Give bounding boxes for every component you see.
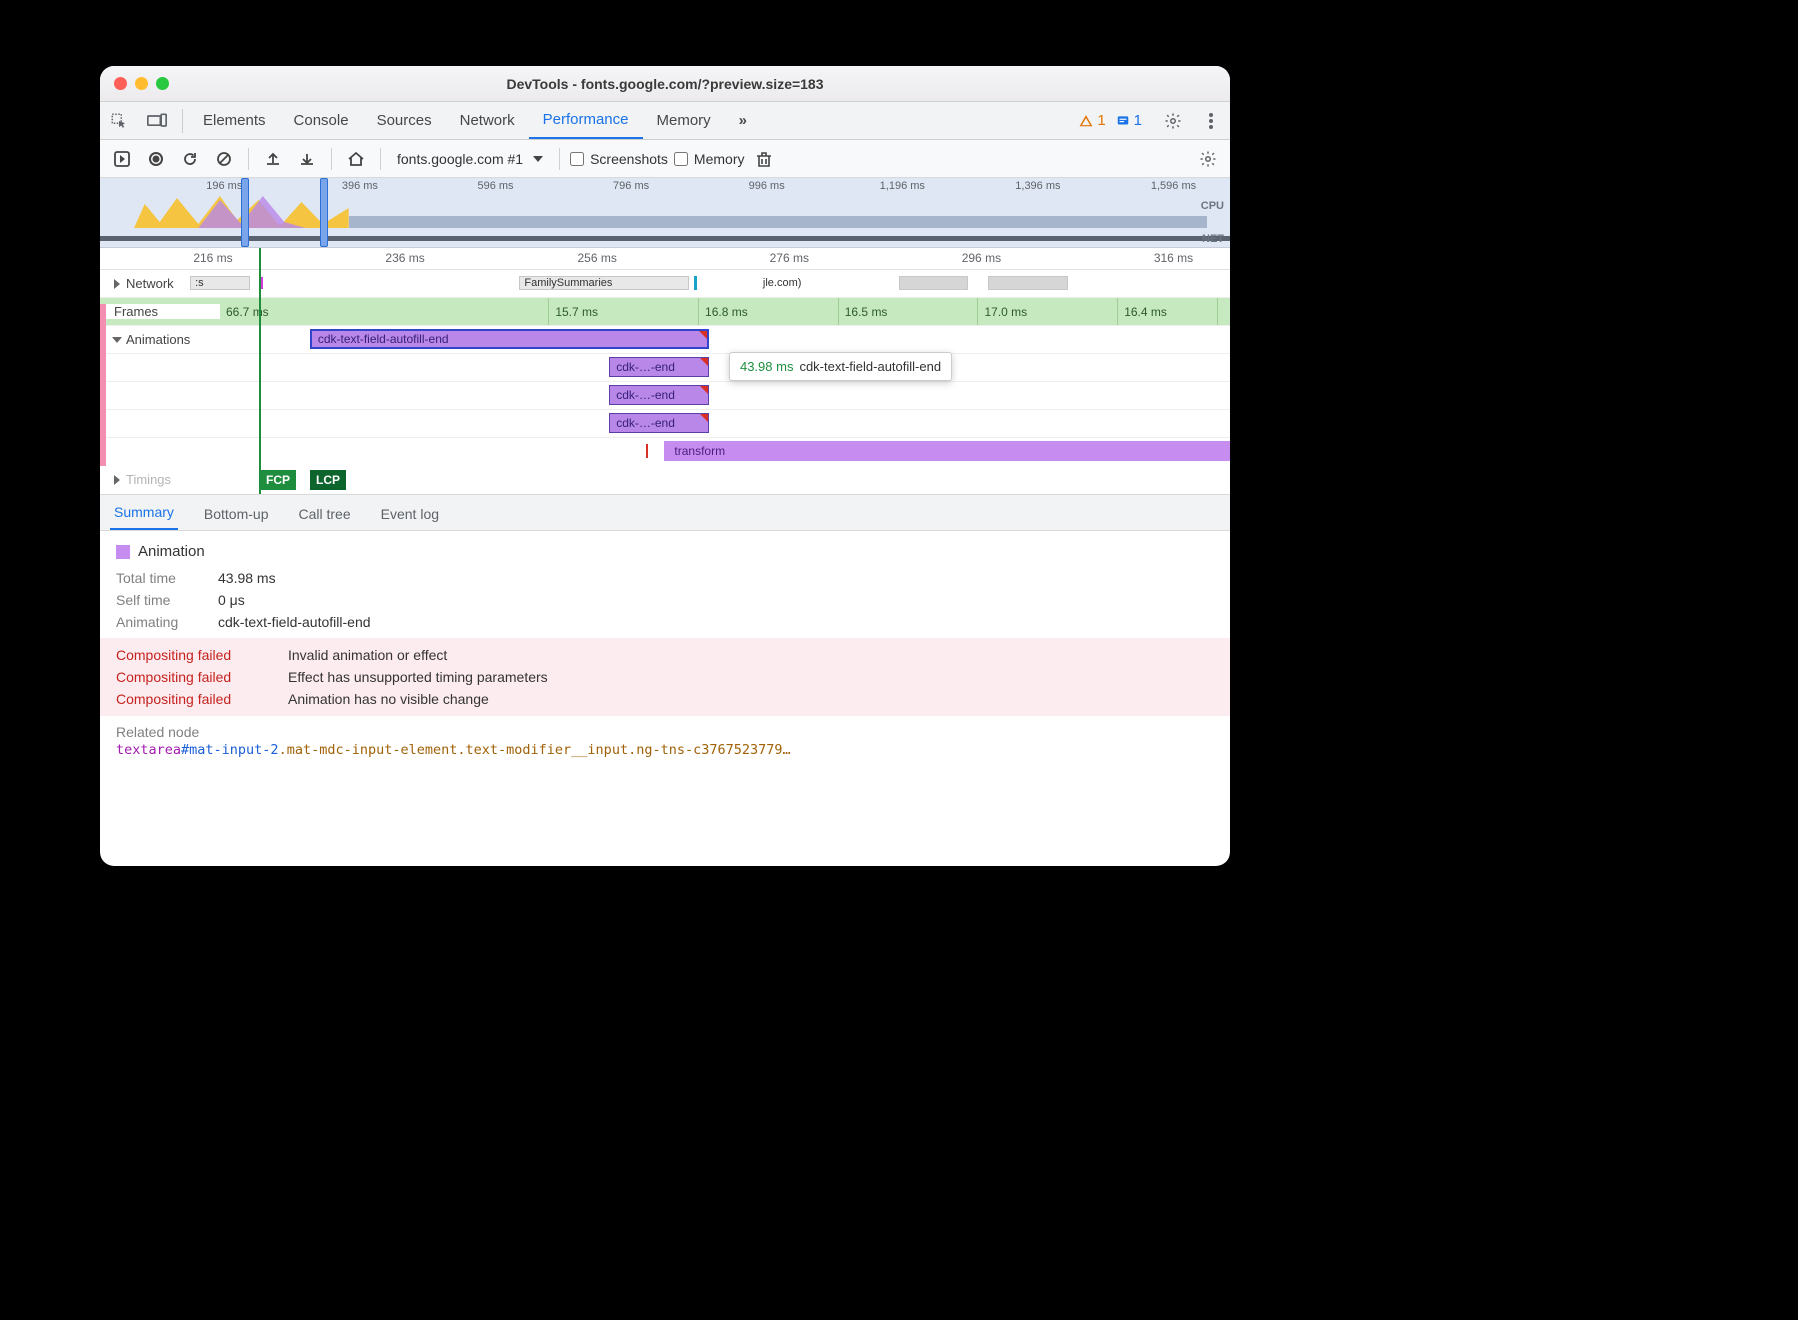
save-profile-icon[interactable] (293, 145, 321, 173)
detail-tab-calltree[interactable]: Call tree (295, 498, 355, 530)
self-time-value: 0 μs (218, 592, 245, 608)
screenshots-checkbox[interactable]: Screenshots (570, 151, 668, 167)
detail-tab-eventlog[interactable]: Event log (377, 498, 443, 530)
current-time-marker (259, 248, 261, 494)
tab-memory[interactable]: Memory (643, 102, 725, 139)
settings-icon[interactable] (1154, 112, 1192, 130)
record-icon[interactable] (142, 145, 170, 173)
performance-toolbar: fonts.google.com #1 Screenshots Memory (100, 140, 1230, 178)
issues-count: 1 (1134, 112, 1142, 129)
recording-name: fonts.google.com #1 (397, 151, 523, 167)
detail-tabs: Summary Bottom-up Call tree Event log (100, 495, 1230, 531)
reload-record-icon[interactable] (176, 145, 204, 173)
failure-reason: Invalid animation or effect (288, 647, 447, 663)
memory-checkbox[interactable]: Memory (674, 151, 745, 167)
tabs-overflow[interactable]: » (725, 102, 761, 139)
related-node-link[interactable]: textarea#mat-input-2.mat-mdc-input-eleme… (116, 742, 1214, 758)
related-node-row: Related node textarea#mat-input-2.mat-md… (116, 724, 1214, 758)
animation-event[interactable]: cdk-…-end (609, 385, 709, 405)
animating-value: cdk-text-field-autofill-end (218, 614, 371, 630)
titlebar: DevTools - fonts.google.com/?preview.siz… (100, 66, 1230, 102)
home-icon[interactable] (342, 145, 370, 173)
network-request[interactable]: :s (190, 276, 250, 290)
range-handle-right[interactable] (320, 178, 328, 247)
timings-track[interactable]: Timings FCP LCP (100, 466, 1230, 494)
chevron-right-icon[interactable] (114, 279, 120, 289)
lcp-marker[interactable]: LCP (310, 470, 346, 490)
animation-subrow: cdk-…-end (100, 410, 1230, 438)
window-title: DevTools - fonts.google.com/?preview.siz… (100, 76, 1230, 92)
device-toggle-icon[interactable] (138, 113, 176, 129)
range-handle-left[interactable] (241, 178, 249, 247)
summary-panel: Animation Total time43.98 ms Self time0 … (100, 531, 1230, 866)
kebab-icon[interactable] (1192, 113, 1230, 129)
network-request[interactable] (899, 276, 969, 290)
animations-track[interactable]: Animations cdk-text-field-autofill-end (100, 326, 1230, 354)
animation-event-selected[interactable]: cdk-text-field-autofill-end (310, 329, 709, 349)
detail-tab-bottomup[interactable]: Bottom-up (200, 498, 273, 530)
animation-subrow: cdk-…-end (100, 382, 1230, 410)
inspect-icon[interactable] (100, 112, 138, 130)
failure-reason: Animation has no visible change (288, 691, 489, 707)
garbage-collect-icon[interactable] (750, 145, 778, 173)
toggle-timeline-icon[interactable] (108, 145, 136, 173)
capture-settings-icon[interactable] (1194, 145, 1222, 173)
main-tabs: Elements Console Sources Network Perform… (100, 102, 1230, 140)
frames-track[interactable]: Frames 66.7 ms 15.7 ms 16.8 ms 16.5 ms 1… (100, 298, 1230, 326)
animation-event[interactable]: cdk-…-end (609, 357, 709, 377)
overview-timeline[interactable]: 196 ms 396 ms 596 ms 796 ms 996 ms 1,196… (100, 178, 1230, 248)
network-request[interactable]: FamilySummaries (519, 276, 689, 290)
clear-icon[interactable] (210, 145, 238, 173)
issues-badge[interactable]: 1 (1116, 112, 1142, 129)
compositing-failures: Compositing failedInvalid animation or e… (100, 638, 1230, 716)
load-profile-icon[interactable] (259, 145, 287, 173)
track-ruler: 216 ms 236 ms 256 ms 276 ms 296 ms 316 m… (100, 248, 1230, 270)
animation-event[interactable]: transform (664, 441, 1230, 461)
network-request[interactable] (988, 276, 1068, 290)
animation-subrow: cdk-…-end 43.98 mscdk-text-field-autofil… (100, 354, 1230, 382)
network-track[interactable]: Network :s FamilySummaries jle.com) (100, 270, 1230, 298)
recording-selector[interactable]: fonts.google.com #1 (391, 151, 549, 167)
animation-subrow: transform (100, 438, 1230, 466)
network-request[interactable]: jle.com) (759, 276, 849, 290)
chevron-right-icon[interactable] (114, 475, 120, 485)
flame-chart[interactable]: 216 ms 236 ms 256 ms 276 ms 296 ms 316 m… (100, 248, 1230, 495)
tab-elements[interactable]: Elements (189, 102, 280, 139)
tab-console[interactable]: Console (280, 102, 363, 139)
event-heading: Animation (116, 543, 1214, 560)
chevron-down-icon (533, 156, 543, 162)
detail-tab-summary[interactable]: Summary (110, 496, 178, 530)
tab-performance[interactable]: Performance (529, 102, 643, 139)
divider (182, 109, 183, 133)
total-time-value: 43.98 ms (218, 570, 276, 586)
tab-sources[interactable]: Sources (363, 102, 446, 139)
animation-event[interactable]: cdk-…-end (609, 413, 709, 433)
hover-tooltip: 43.98 mscdk-text-field-autofill-end (729, 352, 952, 381)
track-handle[interactable] (100, 304, 106, 466)
fcp-marker[interactable]: FCP (260, 470, 296, 490)
devtools-window: DevTools - fonts.google.com/?preview.siz… (100, 66, 1230, 866)
warnings-count: 1 (1097, 112, 1105, 129)
tab-network[interactable]: Network (446, 102, 529, 139)
chevron-down-icon[interactable] (112, 337, 122, 343)
event-color-swatch (116, 545, 130, 559)
warnings-badge[interactable]: 1 (1079, 112, 1105, 129)
failure-reason: Effect has unsupported timing parameters (288, 669, 548, 685)
marker (646, 444, 648, 458)
network-marker (694, 276, 697, 290)
